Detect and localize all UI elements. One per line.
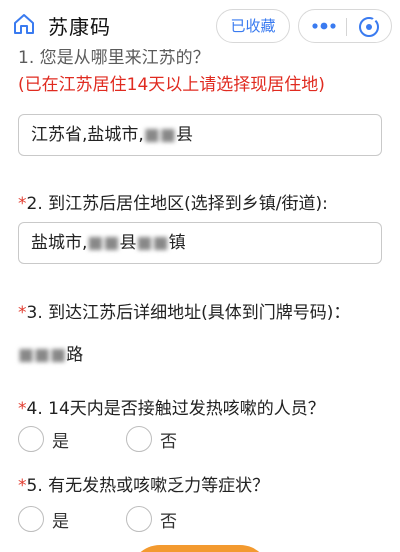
radio-yes-label[interactable]: 是 xyxy=(52,507,69,532)
radio-no[interactable] xyxy=(126,506,152,532)
required-star: * xyxy=(18,476,27,496)
more-icon[interactable] xyxy=(311,20,337,32)
required-star: * xyxy=(18,194,27,214)
redacted-text: ■■ xyxy=(143,125,176,145)
question-2-value-mid: 县 xyxy=(119,233,137,253)
question-1-value-suffix: 县 xyxy=(175,125,193,145)
question-1-value: 江苏省,盐城市, xyxy=(31,125,144,145)
question-5-title: *5. 有无发热或咳嗽乏力等症状？ xyxy=(18,476,270,496)
required-star: * xyxy=(18,303,27,323)
submit-button-partial[interactable] xyxy=(130,545,270,552)
redacted-text: ■■ xyxy=(87,233,120,253)
question-2-value: 盐城市, xyxy=(31,233,88,253)
radio-yes[interactable] xyxy=(18,426,44,452)
mini-program-capsule xyxy=(298,9,392,43)
redacted-text: ■■ xyxy=(136,233,169,253)
question-3-title: *3. 到达江苏后详细地址(具体到门牌号码)： xyxy=(18,303,351,323)
question-2-title: *2. 到江苏后居住地区(选择到乡镇/街道): xyxy=(18,194,328,214)
question-3-value-suffix: 路 xyxy=(66,345,84,365)
redacted-text: ■■■ xyxy=(18,345,67,365)
question-2-field[interactable]: 盐城市,■■县■■镇 xyxy=(18,222,382,264)
radio-no-label[interactable]: 否 xyxy=(160,507,177,532)
home-icon[interactable] xyxy=(12,12,36,36)
question-1-field[interactable]: 江苏省,盐城市,■■县 xyxy=(18,114,382,156)
question-2-value-suffix: 镇 xyxy=(168,233,186,253)
top-bar: 苏康码 已收藏 xyxy=(0,0,400,50)
question-1-note: (已在江苏居住14天以上请选择现居住地) xyxy=(18,75,325,95)
question-3-answer[interactable]: ■■■路 xyxy=(18,340,83,365)
close-icon[interactable] xyxy=(357,15,381,39)
question-4-title: *4. 14天内是否接触过发热咳嗽的人员？ xyxy=(18,399,325,419)
radio-yes[interactable] xyxy=(18,506,44,532)
radio-no[interactable] xyxy=(126,426,152,452)
radio-no-label[interactable]: 否 xyxy=(160,427,177,452)
required-star: * xyxy=(18,399,27,419)
collect-button[interactable]: 已收藏 xyxy=(216,9,290,43)
radio-yes-label[interactable]: 是 xyxy=(52,427,69,452)
capsule-divider xyxy=(346,18,347,36)
app-title: 苏康码 xyxy=(48,15,111,39)
